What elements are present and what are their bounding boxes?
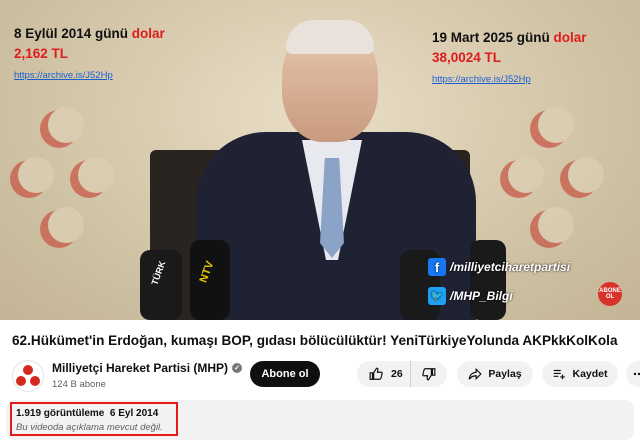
- views-and-date: 1.919 görüntüleme 6 Eyl 2014: [16, 408, 159, 419]
- emblem-crescent: [40, 207, 84, 248]
- emblem-crescent: [40, 107, 84, 148]
- channel-name[interactable]: Milliyetçi Hareket Partisi (MHP): [52, 361, 228, 375]
- more-button[interactable]: [626, 361, 640, 387]
- like-button[interactable]: 26: [357, 361, 411, 387]
- facebook-handle: /milliyetciharetpartisi: [450, 260, 571, 274]
- emblem-crescent: [500, 157, 544, 198]
- emblem-crescent: [560, 157, 604, 198]
- emblem-crescent: [530, 107, 574, 148]
- share-label: Paylaş: [488, 368, 522, 380]
- description-box[interactable]: 1.919 görüntüleme 6 Eyl 2014 Bu videoda …: [6, 400, 634, 440]
- no-description-text: Bu videoda açıklama mevcut değil.: [16, 422, 163, 433]
- avatar-crescent: [30, 376, 40, 386]
- right-price: 38,0024 TL: [432, 50, 502, 65]
- right-date-label: 19 Mart 2025 günü dolar: [432, 30, 587, 45]
- channel-avatar[interactable]: [12, 360, 44, 392]
- share-button[interactable]: Paylaş: [457, 361, 533, 387]
- left-date-label: 8 Eylül 2014 günü dolar: [14, 26, 165, 41]
- more-dots-icon: [633, 368, 640, 380]
- avatar-crescent: [23, 365, 33, 375]
- channel-name-wrap[interactable]: Milliyetçi Hareket Partisi (MHP) ✓: [52, 361, 243, 375]
- emblem-crescent: [530, 207, 574, 248]
- twitter-handle-row: 🐦 /MHP_Bilgi: [428, 287, 513, 305]
- check-icon: ✓: [232, 363, 243, 373]
- thumbs-down-icon: [422, 367, 436, 381]
- right-date-prefix: 19 Mart 2025 günü: [432, 30, 554, 45]
- save-plus-icon: [552, 367, 566, 381]
- left-date-word: dolar: [131, 26, 165, 41]
- abone-badge: ABONE OL: [598, 282, 622, 306]
- speaker-hair: [286, 20, 374, 54]
- dislike-button[interactable]: [411, 367, 447, 381]
- video-player[interactable]: TÜRK NTV 8 Eylül 2014 günü dolar 2,162 T…: [0, 0, 640, 320]
- right-date-word: dolar: [553, 30, 587, 45]
- save-button[interactable]: Kaydet: [542, 361, 618, 387]
- thumbs-up-icon: [369, 367, 383, 381]
- twitter-handle: /MHP_Bilgi: [450, 289, 513, 303]
- left-date-prefix: 8 Eylül 2014 günü: [14, 26, 132, 41]
- subscriber-count: 124 B abone: [52, 379, 106, 390]
- emblem-crescent: [10, 157, 54, 198]
- right-archive-link[interactable]: https://archive.is/J52Hp: [432, 74, 531, 85]
- twitter-icon: 🐦: [428, 287, 446, 305]
- left-price: 2,162 TL: [14, 46, 69, 61]
- emblem-crescent: [70, 157, 114, 198]
- like-count: 26: [391, 368, 403, 380]
- avatar-crescent: [16, 376, 26, 386]
- channel-row: Milliyetçi Hareket Partisi (MHP) ✓ 124 B…: [12, 358, 640, 398]
- video-title: 62.Hükümet'in Erdoğan, kumaşı BOP, gıdas…: [12, 333, 618, 348]
- like-dislike-group: 26: [357, 361, 447, 387]
- microphone: [470, 240, 506, 320]
- share-arrow-icon: [468, 367, 483, 381]
- facebook-icon: f: [428, 258, 446, 276]
- facebook-handle-row: f /milliyetciharetpartisi: [428, 258, 570, 276]
- subscribe-button[interactable]: Abone ol: [250, 361, 320, 387]
- left-archive-link[interactable]: https://archive.is/J52Hp: [14, 70, 113, 81]
- save-label: Kaydet: [572, 368, 608, 380]
